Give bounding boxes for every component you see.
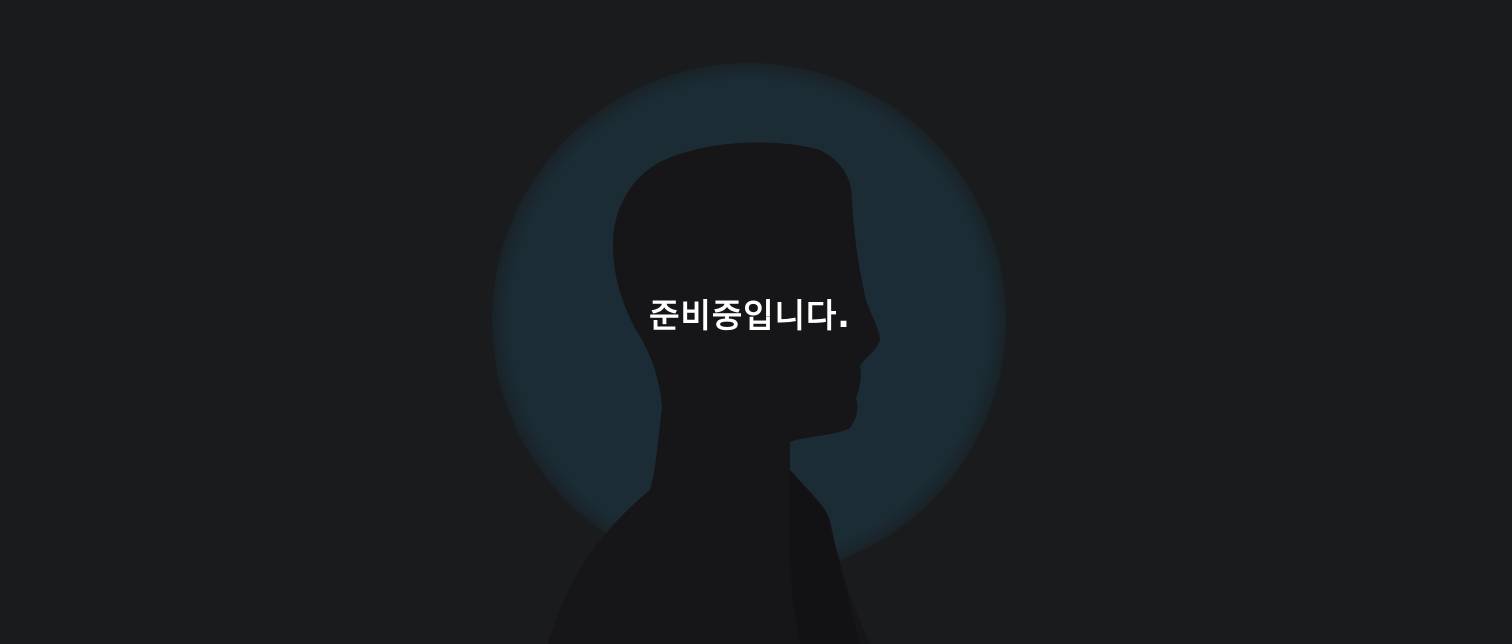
coming-soon-message: 준비중입니다. — [649, 296, 851, 335]
coming-soon-page: 준비중입니다. — [0, 0, 1512, 644]
